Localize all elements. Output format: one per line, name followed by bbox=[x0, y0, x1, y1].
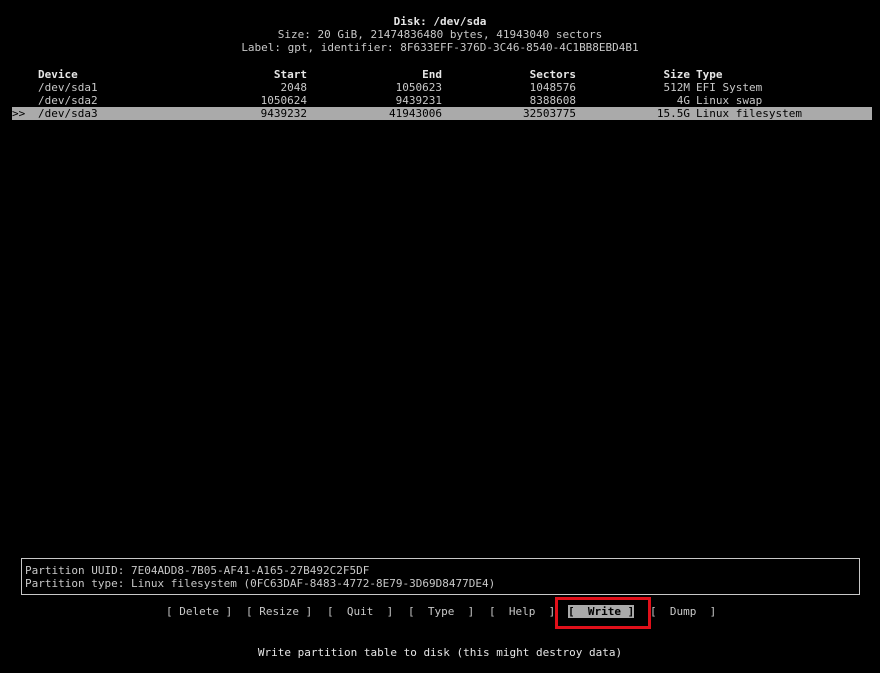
cfdisk-screen: Disk: /dev/sda Size: 20 GiB, 21474836480… bbox=[0, 0, 880, 673]
column-header-size: Size bbox=[663, 68, 691, 81]
help-button[interactable]: [ Help ] bbox=[489, 605, 555, 618]
partition-uuid-line: Partition UUID: 7E04ADD8-7B05-AF41-A165-… bbox=[25, 564, 370, 577]
partition-sectors: 32503775 bbox=[523, 107, 576, 120]
partition-end: 41943006 bbox=[389, 107, 442, 120]
disk-size-line: Size: 20 GiB, 21474836480 bytes, 4194304… bbox=[277, 28, 603, 41]
partition-device: /dev/sda2 bbox=[38, 94, 98, 107]
partition-sectors: 8388608 bbox=[529, 94, 576, 107]
partition-end: 9439231 bbox=[395, 94, 442, 107]
table-row-sda2[interactable]: /dev/sda2 1050624 9439231 8388608 4G Lin… bbox=[12, 94, 872, 107]
action-hint: Write partition table to disk (this migh… bbox=[257, 646, 623, 659]
selection-marker: >> bbox=[12, 107, 26, 120]
dump-button[interactable]: [ Dump ] bbox=[650, 605, 716, 618]
partition-end: 1050623 bbox=[395, 81, 442, 94]
partition-sectors: 1048576 bbox=[529, 81, 576, 94]
partition-size: 512M bbox=[663, 81, 691, 94]
partition-size: 15.5G bbox=[656, 107, 690, 120]
column-header-sectors: Sectors bbox=[529, 68, 576, 81]
partition-type: EFI System bbox=[696, 81, 763, 94]
column-header-start: Start bbox=[273, 68, 307, 81]
table-row-sda3[interactable]: >> /dev/sda3 9439232 41943006 32503775 1… bbox=[12, 107, 872, 120]
partition-info-box: Partition UUID: 7E04ADD8-7B05-AF41-A165-… bbox=[21, 558, 860, 595]
partition-device: /dev/sda3 bbox=[38, 107, 98, 120]
partition-device: /dev/sda1 bbox=[38, 81, 98, 94]
resize-button[interactable]: [ Resize ] bbox=[246, 605, 312, 618]
disk-label-line: Label: gpt, identifier: 8F633EFF-376D-3C… bbox=[241, 41, 639, 54]
partition-start: 2048 bbox=[280, 81, 308, 94]
delete-button[interactable]: [ Delete ] bbox=[166, 605, 232, 618]
type-button[interactable]: [ Type ] bbox=[408, 605, 474, 618]
quit-button[interactable]: [ Quit ] bbox=[327, 605, 393, 618]
column-header-device: Device bbox=[38, 68, 78, 81]
partition-type-line: Partition type: Linux filesystem (0FC63D… bbox=[25, 577, 496, 590]
partition-start: 9439232 bbox=[260, 107, 307, 120]
partition-size: 4G bbox=[676, 94, 690, 107]
partition-type: Linux swap bbox=[696, 94, 763, 107]
partition-start: 1050624 bbox=[260, 94, 307, 107]
partition-type: Linux filesystem bbox=[696, 107, 802, 120]
action-menu: [ Delete ] [ Resize ] [ Quit ] [ Type ] … bbox=[0, 605, 880, 619]
table-row-sda1[interactable]: /dev/sda1 2048 1050623 1048576 512M EFI … bbox=[12, 81, 872, 94]
column-header-type: Type bbox=[696, 68, 723, 81]
table-header-row: Device Start End Sectors Size Type bbox=[12, 68, 872, 81]
column-header-end: End bbox=[422, 68, 442, 81]
write-button-highlight-frame bbox=[555, 597, 651, 629]
partition-table: Device Start End Sectors Size Type /dev/… bbox=[12, 68, 872, 120]
disk-title: Disk: /dev/sda bbox=[393, 15, 487, 28]
